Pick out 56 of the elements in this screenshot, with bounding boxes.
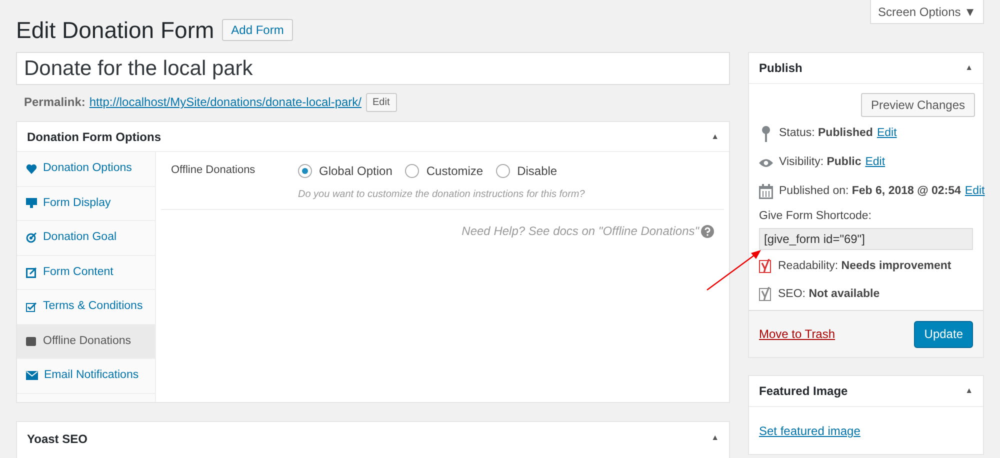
radio-button[interactable] <box>496 164 510 178</box>
radio-option[interactable]: Global Option <box>298 162 392 180</box>
move-to-trash-link[interactable]: Move to Trash <box>759 325 836 343</box>
collapse-toggle[interactable]: ▲ <box>711 432 719 444</box>
seo-score: Readability: Needs improvement <box>778 258 952 274</box>
envelope-icon <box>26 371 38 380</box>
field-label: Offline Donations <box>171 163 256 178</box>
sidebar-tab[interactable]: Donation Goal <box>17 221 155 256</box>
panel-title: Yoast SEO <box>27 431 88 448</box>
checkbox-icon <box>26 302 37 312</box>
sidebar-tab[interactable]: Email Notifications <box>17 359 155 394</box>
edit-link[interactable]: Edit <box>865 154 886 172</box>
annotation-arrow <box>706 249 762 291</box>
edit-icon <box>26 266 37 278</box>
eye-icon <box>759 158 773 168</box>
collapse-toggle[interactable]: ▲ <box>965 385 973 397</box>
heart-icon <box>26 164 37 174</box>
panel-title: Publish <box>759 60 802 77</box>
pin-icon <box>761 126 771 142</box>
sidebar-tab[interactable]: Form Content <box>17 256 155 290</box>
calendar-icon <box>759 184 773 199</box>
panel-title: Donation Form Options <box>27 128 161 146</box>
radio-option[interactable]: Disable <box>496 162 558 180</box>
field-description: Do you want to customize the donation instructions for this form? <box>297 188 586 202</box>
target-icon <box>26 232 37 244</box>
radio-button[interactable] <box>298 164 312 178</box>
collapse-toggle[interactable]: ▲ <box>711 130 719 142</box>
edit-link[interactable]: Edit <box>964 182 985 200</box>
sidebar-tab[interactable]: Offline Donations <box>17 324 155 359</box>
radio-button[interactable] <box>405 164 420 178</box>
permalink-label: Permalink: <box>24 94 86 111</box>
permalink-edit-button[interactable]: Edit <box>366 92 397 112</box>
shortcode-label: Give Form Shortcode: <box>758 209 872 224</box>
add-form-button[interactable]: Add Form <box>222 19 293 41</box>
update-button[interactable]: Update <box>914 320 973 348</box>
screen-options-button[interactable]: Screen Options ▼ <box>870 0 984 24</box>
collapse-toggle[interactable]: ▲ <box>965 62 973 74</box>
permalink-link[interactable]: http://localhost/MySite/donations/donate-local-park/ <box>89 93 362 111</box>
edit-link[interactable]: Edit <box>876 124 897 142</box>
sidebar-tab[interactable]: Form Display <box>17 186 155 221</box>
publish-info: Published on: Feb 6, 2018 @ 02:54 <box>779 184 961 199</box>
help-icon[interactable] <box>701 224 714 238</box>
publish-info: Visibility: Public <box>779 154 862 170</box>
help-text: Need Help? See docs on "Offline Donations" <box>462 223 699 240</box>
panel-title: Featured Image <box>759 383 848 400</box>
preview-changes-button[interactable]: Preview Changes <box>860 93 975 117</box>
monitor-icon <box>26 198 37 208</box>
sidebar-tab[interactable]: Donation Options <box>17 152 155 186</box>
seo-score: SEO: Not available <box>778 286 880 302</box>
wallet-icon <box>26 336 37 346</box>
page-title: Edit Donation Form <box>16 16 214 45</box>
radio-option[interactable]: Customize <box>405 162 484 180</box>
title-field[interactable]: Donate for the local park <box>16 52 730 85</box>
publish-info: Status: Published <box>779 126 873 141</box>
shortcode-field[interactable]: [give_form id="69"] <box>759 228 973 250</box>
set-featured-image-link[interactable]: Set featured image <box>759 424 860 438</box>
